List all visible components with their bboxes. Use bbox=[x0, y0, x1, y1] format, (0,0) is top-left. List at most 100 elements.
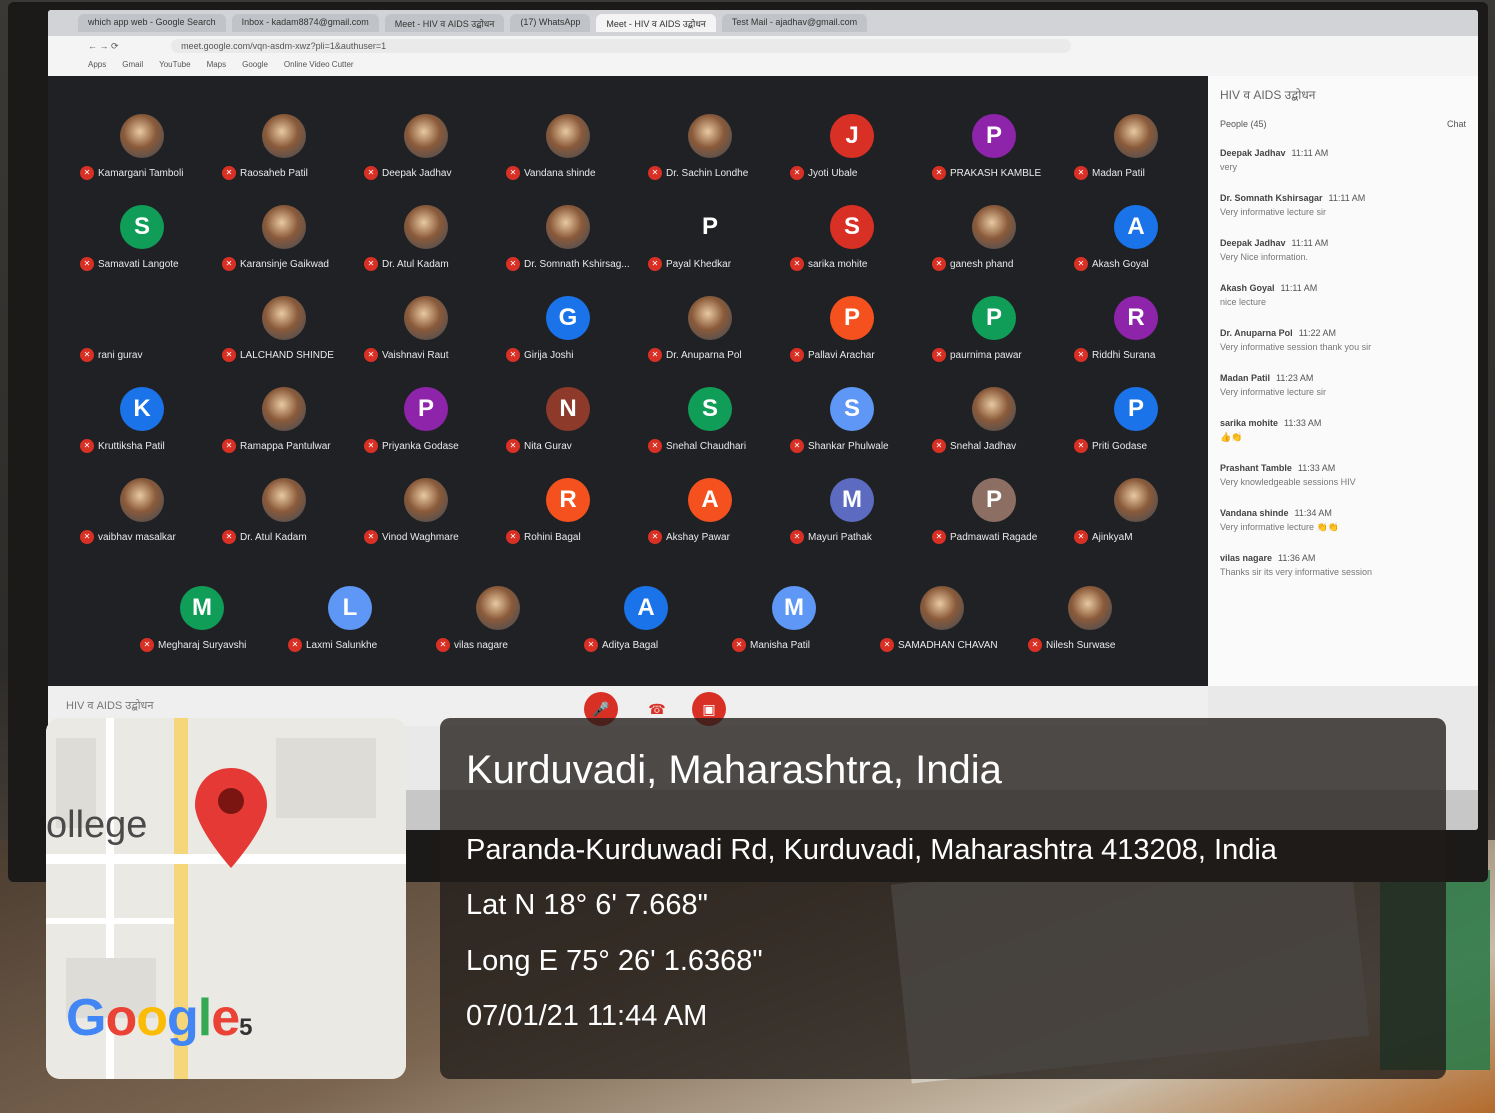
panel-tabs: People (45) Chat bbox=[1220, 119, 1466, 129]
participant-label: ✕ Dr. Atul Kadam bbox=[352, 257, 502, 271]
muted-mic-icon: ✕ bbox=[790, 439, 804, 453]
chat-sender: Vandana shinde bbox=[1220, 508, 1289, 518]
participant-tile[interactable]: P ✕ Priyanka Godase bbox=[352, 387, 502, 467]
bookmark-item[interactable]: Gmail bbox=[122, 60, 143, 74]
participant-tile[interactable]: ✕ SAMADHAN CHAVAN bbox=[868, 586, 1018, 666]
participant-avatar: R bbox=[1114, 296, 1158, 340]
participant-tile[interactable]: R ✕ Riddhi Surana bbox=[1062, 296, 1212, 376]
participant-tile[interactable]: N ✕ Nita Gurav bbox=[494, 387, 644, 467]
participant-name: Shankar Phulwale bbox=[808, 440, 889, 452]
participant-tile[interactable]: ✕ Vaishnavi Raut bbox=[352, 296, 502, 376]
participant-tile[interactable]: P ✕ Pallavi Arachar bbox=[778, 296, 928, 376]
participant-tile[interactable]: K ✕ Kruttiksha Patil bbox=[68, 387, 218, 467]
participant-tile[interactable]: ✕ Dr. Atul Kadam bbox=[210, 478, 360, 558]
muted-mic-icon: ✕ bbox=[222, 166, 236, 180]
participant-avatar: S bbox=[120, 205, 164, 249]
browser-tab[interactable]: Test Mail - ajadhav@gmail.com bbox=[721, 14, 868, 32]
participant-label: ✕ Snehal Jadhav bbox=[920, 439, 1070, 453]
participant-tile[interactable]: P ✕ Priti Godase bbox=[1062, 387, 1212, 467]
muted-mic-icon: ✕ bbox=[648, 439, 662, 453]
participant-tile[interactable]: ✕ Dr. Sachin Londhe bbox=[636, 114, 786, 194]
map-pin-icon bbox=[195, 768, 267, 868]
muted-mic-icon: ✕ bbox=[732, 638, 746, 652]
participant-label: ✕ SAMADHAN CHAVAN bbox=[868, 638, 1018, 652]
muted-mic-icon: ✕ bbox=[1028, 638, 1042, 652]
bookmark-item[interactable]: Google bbox=[242, 60, 268, 74]
map-thumbnail: ollege Google5 bbox=[46, 718, 406, 1079]
participant-label: ✕ Shankar Phulwale bbox=[778, 439, 928, 453]
participant-name: Rohini Bagal bbox=[524, 531, 581, 543]
participant-tile[interactable]: ✕ Madan Patil bbox=[1062, 114, 1212, 194]
participant-tile[interactable]: G ✕ Girija Joshi bbox=[494, 296, 644, 376]
participant-tile[interactable]: ✕ AjinkyaM bbox=[1062, 478, 1212, 558]
participant-label: ✕ Padmawati Ragade bbox=[920, 530, 1070, 544]
participant-tile[interactable]: ✕ LALCHAND SHINDE bbox=[210, 296, 360, 376]
browser-tab[interactable]: Meet - HIV व AIDS उद्बोधन bbox=[384, 14, 505, 32]
participant-tile[interactable]: A ✕ Akash Goyal bbox=[1062, 205, 1212, 285]
chat-message: Deepak Jadhav 11:11 AM very bbox=[1220, 147, 1466, 174]
nav-icons[interactable]: ← → ⟳ bbox=[88, 41, 119, 51]
browser-tab[interactable]: Inbox - kadam8874@gmail.com bbox=[231, 14, 379, 32]
participant-avatar: P bbox=[972, 478, 1016, 522]
participant-label: ✕ Priyanka Godase bbox=[352, 439, 502, 453]
participant-tile[interactable]: ✕ Deepak Jadhav bbox=[352, 114, 502, 194]
participant-tile[interactable]: ✕ Dr. Anuparna Pol bbox=[636, 296, 786, 376]
participant-tile[interactable]: P ✕ paurnima pawar bbox=[920, 296, 1070, 376]
participant-tile[interactable]: P ✕ PRAKASH KAMBLE bbox=[920, 114, 1070, 194]
participant-tile[interactable]: ✕ Vinod Waghmare bbox=[352, 478, 502, 558]
bookmark-item[interactable]: Apps bbox=[88, 60, 106, 74]
participant-tile[interactable]: ✕ Nilesh Surwase bbox=[1016, 586, 1166, 666]
participant-tile[interactable]: ✕ Snehal Jadhav bbox=[920, 387, 1070, 467]
chat-message: Deepak Jadhav 11:11 AM Very Nice informati… bbox=[1220, 237, 1466, 264]
participant-label: ✕ Akash Goyal bbox=[1062, 257, 1212, 271]
participant-tile[interactable]: R ✕ Rohini Bagal bbox=[494, 478, 644, 558]
participant-photo bbox=[688, 296, 732, 340]
participant-tile[interactable]: ✕ Kamargani Tamboli bbox=[68, 114, 218, 194]
bookmark-item[interactable]: Maps bbox=[207, 60, 227, 74]
participant-tile[interactable]: ✕ vilas nagare bbox=[424, 586, 574, 666]
participant-tile[interactable]: ✕ Dr. Atul Kadam bbox=[352, 205, 502, 285]
participant-tile[interactable]: ✕ ganesh phand bbox=[920, 205, 1070, 285]
participant-tile[interactable]: A ✕ Aditya Bagal bbox=[572, 586, 722, 666]
participant-tile[interactable]: P ✕ Padmawati Ragade bbox=[920, 478, 1070, 558]
tab-chat[interactable]: Chat bbox=[1447, 119, 1466, 129]
participant-tile[interactable]: A ✕ Akshay Pawar bbox=[636, 478, 786, 558]
participant-tile[interactable]: S ✕ Shankar Phulwale bbox=[778, 387, 928, 467]
browser-tab[interactable]: Meet - HIV व AIDS उद्बोधन bbox=[596, 14, 716, 32]
participant-tile[interactable]: M ✕ Megharaj Suryavshi bbox=[128, 586, 278, 666]
browser-tab[interactable]: (17) WhatsApp bbox=[510, 14, 591, 32]
participant-tile[interactable]: J ✕ Jyoti Ubale bbox=[778, 114, 928, 194]
participant-tile[interactable]: S ✕ Snehal Chaudhari bbox=[636, 387, 786, 467]
participant-tile[interactable]: ✕ Ramappa Pantulwar bbox=[210, 387, 360, 467]
participant-name: Nilesh Surwase bbox=[1046, 639, 1116, 651]
participant-tile[interactable]: S ✕ Samavati Langote bbox=[68, 205, 218, 285]
browser-tab[interactable]: which app web - Google Search bbox=[78, 14, 226, 32]
participant-tile[interactable]: ✕ Dr. Somnath Kshirsag... bbox=[494, 205, 644, 285]
participant-tile[interactable]: ✕ Raosaheb Patil bbox=[210, 114, 360, 194]
monitor-screen: which app web - Google Search Inbox - kad… bbox=[48, 10, 1478, 830]
meeting-name: HIV व AIDS उद्बोधन bbox=[66, 700, 154, 712]
participant-tile[interactable]: L ✕ Laxmi Salunkhe bbox=[276, 586, 426, 666]
participant-label: ✕ paurnima pawar bbox=[920, 348, 1070, 362]
participant-tile[interactable]: P ✕ Payal Khedkar bbox=[636, 205, 786, 285]
participant-tile[interactable]: M ✕ Mayuri Pathak bbox=[778, 478, 928, 558]
participant-avatar: R bbox=[546, 478, 590, 522]
participant-tile[interactable]: S ✕ sarika mohite bbox=[778, 205, 928, 285]
participant-tile[interactable]: ✕ Vandana shinde bbox=[494, 114, 644, 194]
chat-messages: Deepak Jadhav 11:11 AM very Dr. Somnath Ksh… bbox=[1220, 147, 1466, 579]
participant-tile[interactable]: ✕ Karansinje Gaikwad bbox=[210, 205, 360, 285]
participant-tile[interactable]: M ✕ Manisha Patil bbox=[720, 586, 870, 666]
bookmark-item[interactable]: Online Video Cutter bbox=[284, 60, 354, 74]
address-bar[interactable]: ← → ⟳ meet.google.com/vqn-asdm-xwz?pli=1… bbox=[48, 36, 1478, 58]
participant-photo bbox=[920, 586, 964, 630]
url-field[interactable]: meet.google.com/vqn-asdm-xwz?pli=1&authu… bbox=[171, 39, 1072, 53]
bookmark-item[interactable]: YouTube bbox=[159, 60, 190, 74]
participant-tile[interactable]: ✕ rani gurav bbox=[68, 296, 218, 376]
participant-photo bbox=[1114, 114, 1158, 158]
panel-title: HIV व AIDS उद्बोधन bbox=[1220, 88, 1316, 102]
participant-name: Nita Gurav bbox=[524, 440, 572, 452]
tab-people[interactable]: People (45) bbox=[1220, 119, 1267, 129]
chat-sender: Dr. Somnath Kshirsagar bbox=[1220, 193, 1323, 203]
participant-tile[interactable]: ✕ vaibhav masalkar bbox=[68, 478, 218, 558]
participant-label: ✕ Kruttiksha Patil bbox=[68, 439, 218, 453]
